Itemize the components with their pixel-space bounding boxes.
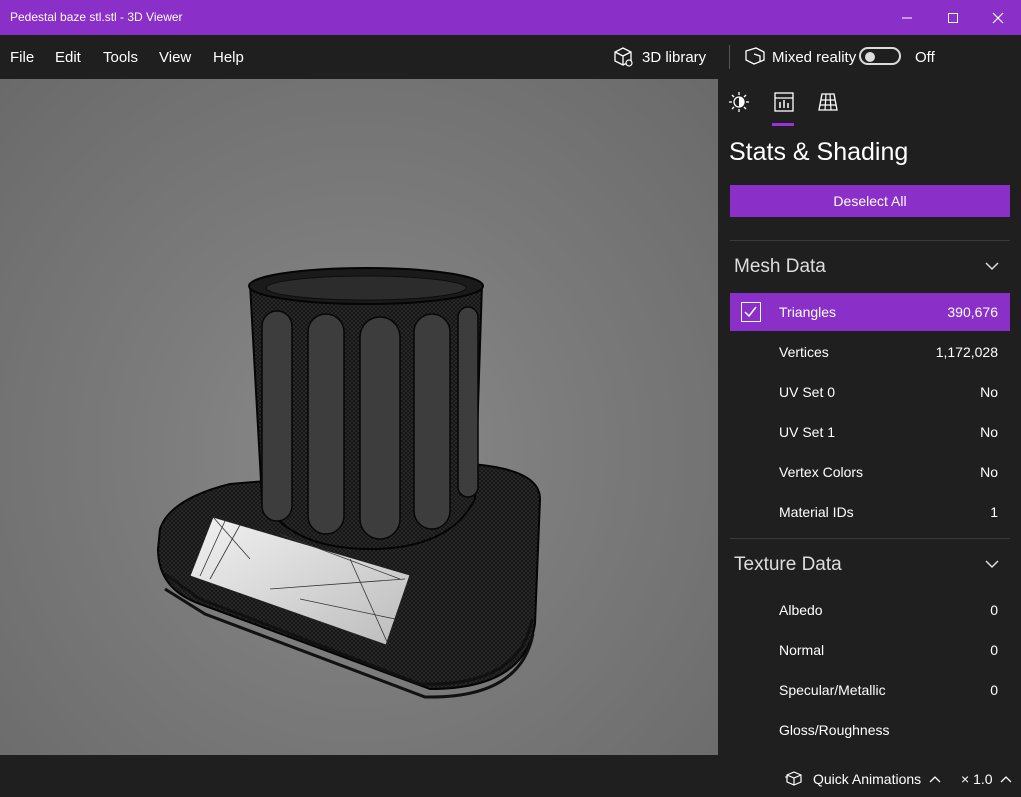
row-value: No xyxy=(980,424,998,440)
stats-icon xyxy=(774,92,794,112)
cube-icon xyxy=(614,47,633,67)
mixed-reality-toggle[interactable] xyxy=(859,47,901,65)
row-label: Gloss/Roughness xyxy=(779,722,890,738)
3d-library-label: 3D library xyxy=(642,48,707,66)
row-value: 0 xyxy=(990,602,998,618)
menu-file[interactable]: File xyxy=(10,49,34,66)
row-normal[interactable]: Normal 0 xyxy=(730,631,1010,669)
row-vertex-colors[interactable]: Vertex Colors No xyxy=(730,453,1010,491)
chevron-up-icon[interactable] xyxy=(1000,774,1012,784)
row-vertices[interactable]: Vertices 1,172,028 xyxy=(730,333,1010,371)
menu-view[interactable]: View xyxy=(159,49,191,66)
close-button[interactable] xyxy=(975,0,1021,35)
quick-animations-button[interactable]: Quick Animations xyxy=(813,771,921,787)
row-uv-set-1[interactable]: UV Set 1 No xyxy=(730,413,1010,451)
mixed-reality-label: Mixed reality xyxy=(772,48,857,66)
3d-library-button[interactable]: 3D library xyxy=(612,35,706,79)
row-triangles[interactable]: Triangles 390,676 xyxy=(730,293,1010,331)
minimize-button[interactable] xyxy=(884,0,930,35)
checkmark-icon xyxy=(744,306,757,318)
row-label: Specular/Metallic xyxy=(779,682,886,698)
row-value: 0 xyxy=(990,682,998,698)
row-albedo[interactable]: Albedo 0 xyxy=(730,591,1010,629)
animation-icon xyxy=(785,771,802,786)
panel-title: Stats & Shading xyxy=(729,138,909,166)
grid-icon xyxy=(818,93,838,111)
checkbox[interactable] xyxy=(741,302,761,322)
row-value: No xyxy=(980,384,998,400)
row-value: 1 xyxy=(990,504,998,520)
chevron-down-icon[interactable] xyxy=(984,258,1000,274)
chevron-up-icon[interactable] xyxy=(929,774,941,784)
row-specular-metallic[interactable]: Specular/Metallic 0 xyxy=(730,671,1010,709)
tab-stats[interactable] xyxy=(770,88,798,116)
active-tab-indicator xyxy=(772,123,794,126)
row-value: 1,172,028 xyxy=(935,344,998,360)
row-uv-set-0[interactable]: UV Set 0 No xyxy=(730,373,1010,411)
deselect-all-button[interactable]: Deselect All xyxy=(730,185,1010,217)
row-label: Triangles xyxy=(779,304,837,320)
close-icon xyxy=(992,12,1004,23)
tab-lighting[interactable] xyxy=(725,88,753,116)
mesh-data-header[interactable]: Mesh Data xyxy=(734,256,826,278)
maximize-icon xyxy=(948,12,958,23)
tab-grid[interactable] xyxy=(814,88,842,116)
mixed-reality-state: Off xyxy=(915,49,935,66)
mixed-reality-button[interactable]: Mixed reality xyxy=(744,35,856,79)
toggle-knob xyxy=(865,52,875,62)
menu-tools[interactable]: Tools xyxy=(103,49,138,66)
menu-help[interactable]: Help xyxy=(213,49,244,66)
row-label: Vertices xyxy=(779,344,829,360)
texture-data-header[interactable]: Texture Data xyxy=(734,554,842,576)
row-label: Normal xyxy=(779,642,825,658)
row-label: Albedo xyxy=(779,602,823,618)
menu-bar: File Edit Tools View Help 3D library Mix… xyxy=(0,35,1021,79)
3d-viewport[interactable] xyxy=(0,79,718,755)
lighting-icon xyxy=(729,92,749,112)
divider xyxy=(730,538,1010,539)
row-label: UV Set 0 xyxy=(779,384,836,400)
title-bar: Pedestal baze stl.stl - 3D Viewer xyxy=(0,0,1021,35)
divider xyxy=(730,240,1010,241)
menu-edit[interactable]: Edit xyxy=(55,49,81,66)
window-title: Pedestal baze stl.stl - 3D Viewer xyxy=(10,10,183,24)
row-gloss-roughness[interactable]: Gloss/Roughness xyxy=(730,711,1010,749)
menu-separator xyxy=(729,45,730,69)
row-value: 390,676 xyxy=(947,304,998,320)
row-label: UV Set 1 xyxy=(779,424,836,440)
row-material-ids[interactable]: Material IDs 1 xyxy=(730,493,1010,531)
minimize-icon xyxy=(902,17,912,18)
chevron-down-icon[interactable] xyxy=(984,556,1000,572)
status-bar: Quick Animations × 1.0 xyxy=(0,755,1021,797)
row-label: Material IDs xyxy=(779,504,854,520)
mixed-reality-icon xyxy=(745,47,765,65)
row-value: No xyxy=(980,464,998,480)
maximize-button[interactable] xyxy=(930,0,976,35)
speed-value[interactable]: × 1.0 xyxy=(961,771,993,787)
row-value: 0 xyxy=(990,642,998,658)
row-label: Vertex Colors xyxy=(779,464,864,480)
pedestal-model xyxy=(156,267,542,699)
